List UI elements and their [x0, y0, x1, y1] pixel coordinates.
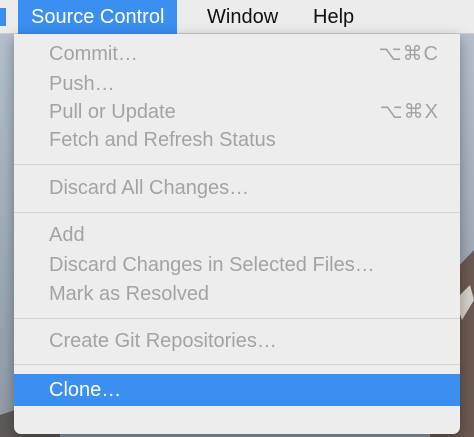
- menu-item-push[interactable]: Push…: [14, 69, 460, 99]
- menu-item-pull-or-update[interactable]: Pull or Update ⌥⌘X: [14, 97, 460, 127]
- source-control-dropdown: Commit… ⌥⌘C Push… Pull or Update ⌥⌘X Fet…: [14, 34, 460, 434]
- menu-item-discard-all-changes[interactable]: Discard All Changes…: [14, 173, 460, 203]
- previous-menu-highlight-edge: [0, 8, 6, 26]
- menu-item-label: Discard Changes in Selected Files…: [49, 254, 375, 276]
- menu-item-commit[interactable]: Commit… ⌥⌘C: [14, 39, 460, 69]
- menu-item-label: Clone…: [49, 379, 122, 401]
- menu-item-label: Add: [49, 224, 85, 246]
- menu-item-label: Commit…: [49, 43, 138, 65]
- menu-item-shortcut: ⌥⌘C: [378, 43, 439, 65]
- screen: Source Control Window Help Commit… ⌥⌘C P…: [0, 0, 474, 437]
- menu-item-clone[interactable]: Clone…: [14, 374, 460, 406]
- menu-separator: [14, 364, 460, 365]
- menu-source-control[interactable]: Source Control: [18, 0, 178, 34]
- menu-separator: [14, 212, 460, 213]
- menu-separator: [14, 164, 460, 165]
- menu-item-label: Create Git Repositories…: [49, 330, 277, 352]
- menu-item-fetch-and-refresh-status[interactable]: Fetch and Refresh Status: [14, 125, 460, 155]
- menu-item-shortcut: ⌥⌘X: [379, 101, 439, 123]
- menu-separator: [14, 318, 460, 319]
- menu-item-create-git-repositories[interactable]: Create Git Repositories…: [14, 326, 460, 356]
- menu-bar-edge: [0, 0, 14, 34]
- menu-item-label: Fetch and Refresh Status: [49, 129, 276, 151]
- menu-help[interactable]: Help: [300, 0, 367, 34]
- menu-item-label: Discard All Changes…: [49, 177, 250, 199]
- menu-bar: Source Control Window Help: [0, 0, 474, 34]
- menu-item-label: Mark as Resolved: [49, 283, 210, 305]
- menu-window[interactable]: Window: [194, 0, 291, 34]
- menu-item-add[interactable]: Add: [14, 220, 460, 250]
- menu-item-mark-as-resolved[interactable]: Mark as Resolved: [14, 279, 460, 309]
- menu-item-label: Pull or Update: [49, 101, 176, 123]
- menu-item-label: Push…: [49, 73, 115, 95]
- menu-item-discard-changes-in-selected-files[interactable]: Discard Changes in Selected Files…: [14, 250, 460, 280]
